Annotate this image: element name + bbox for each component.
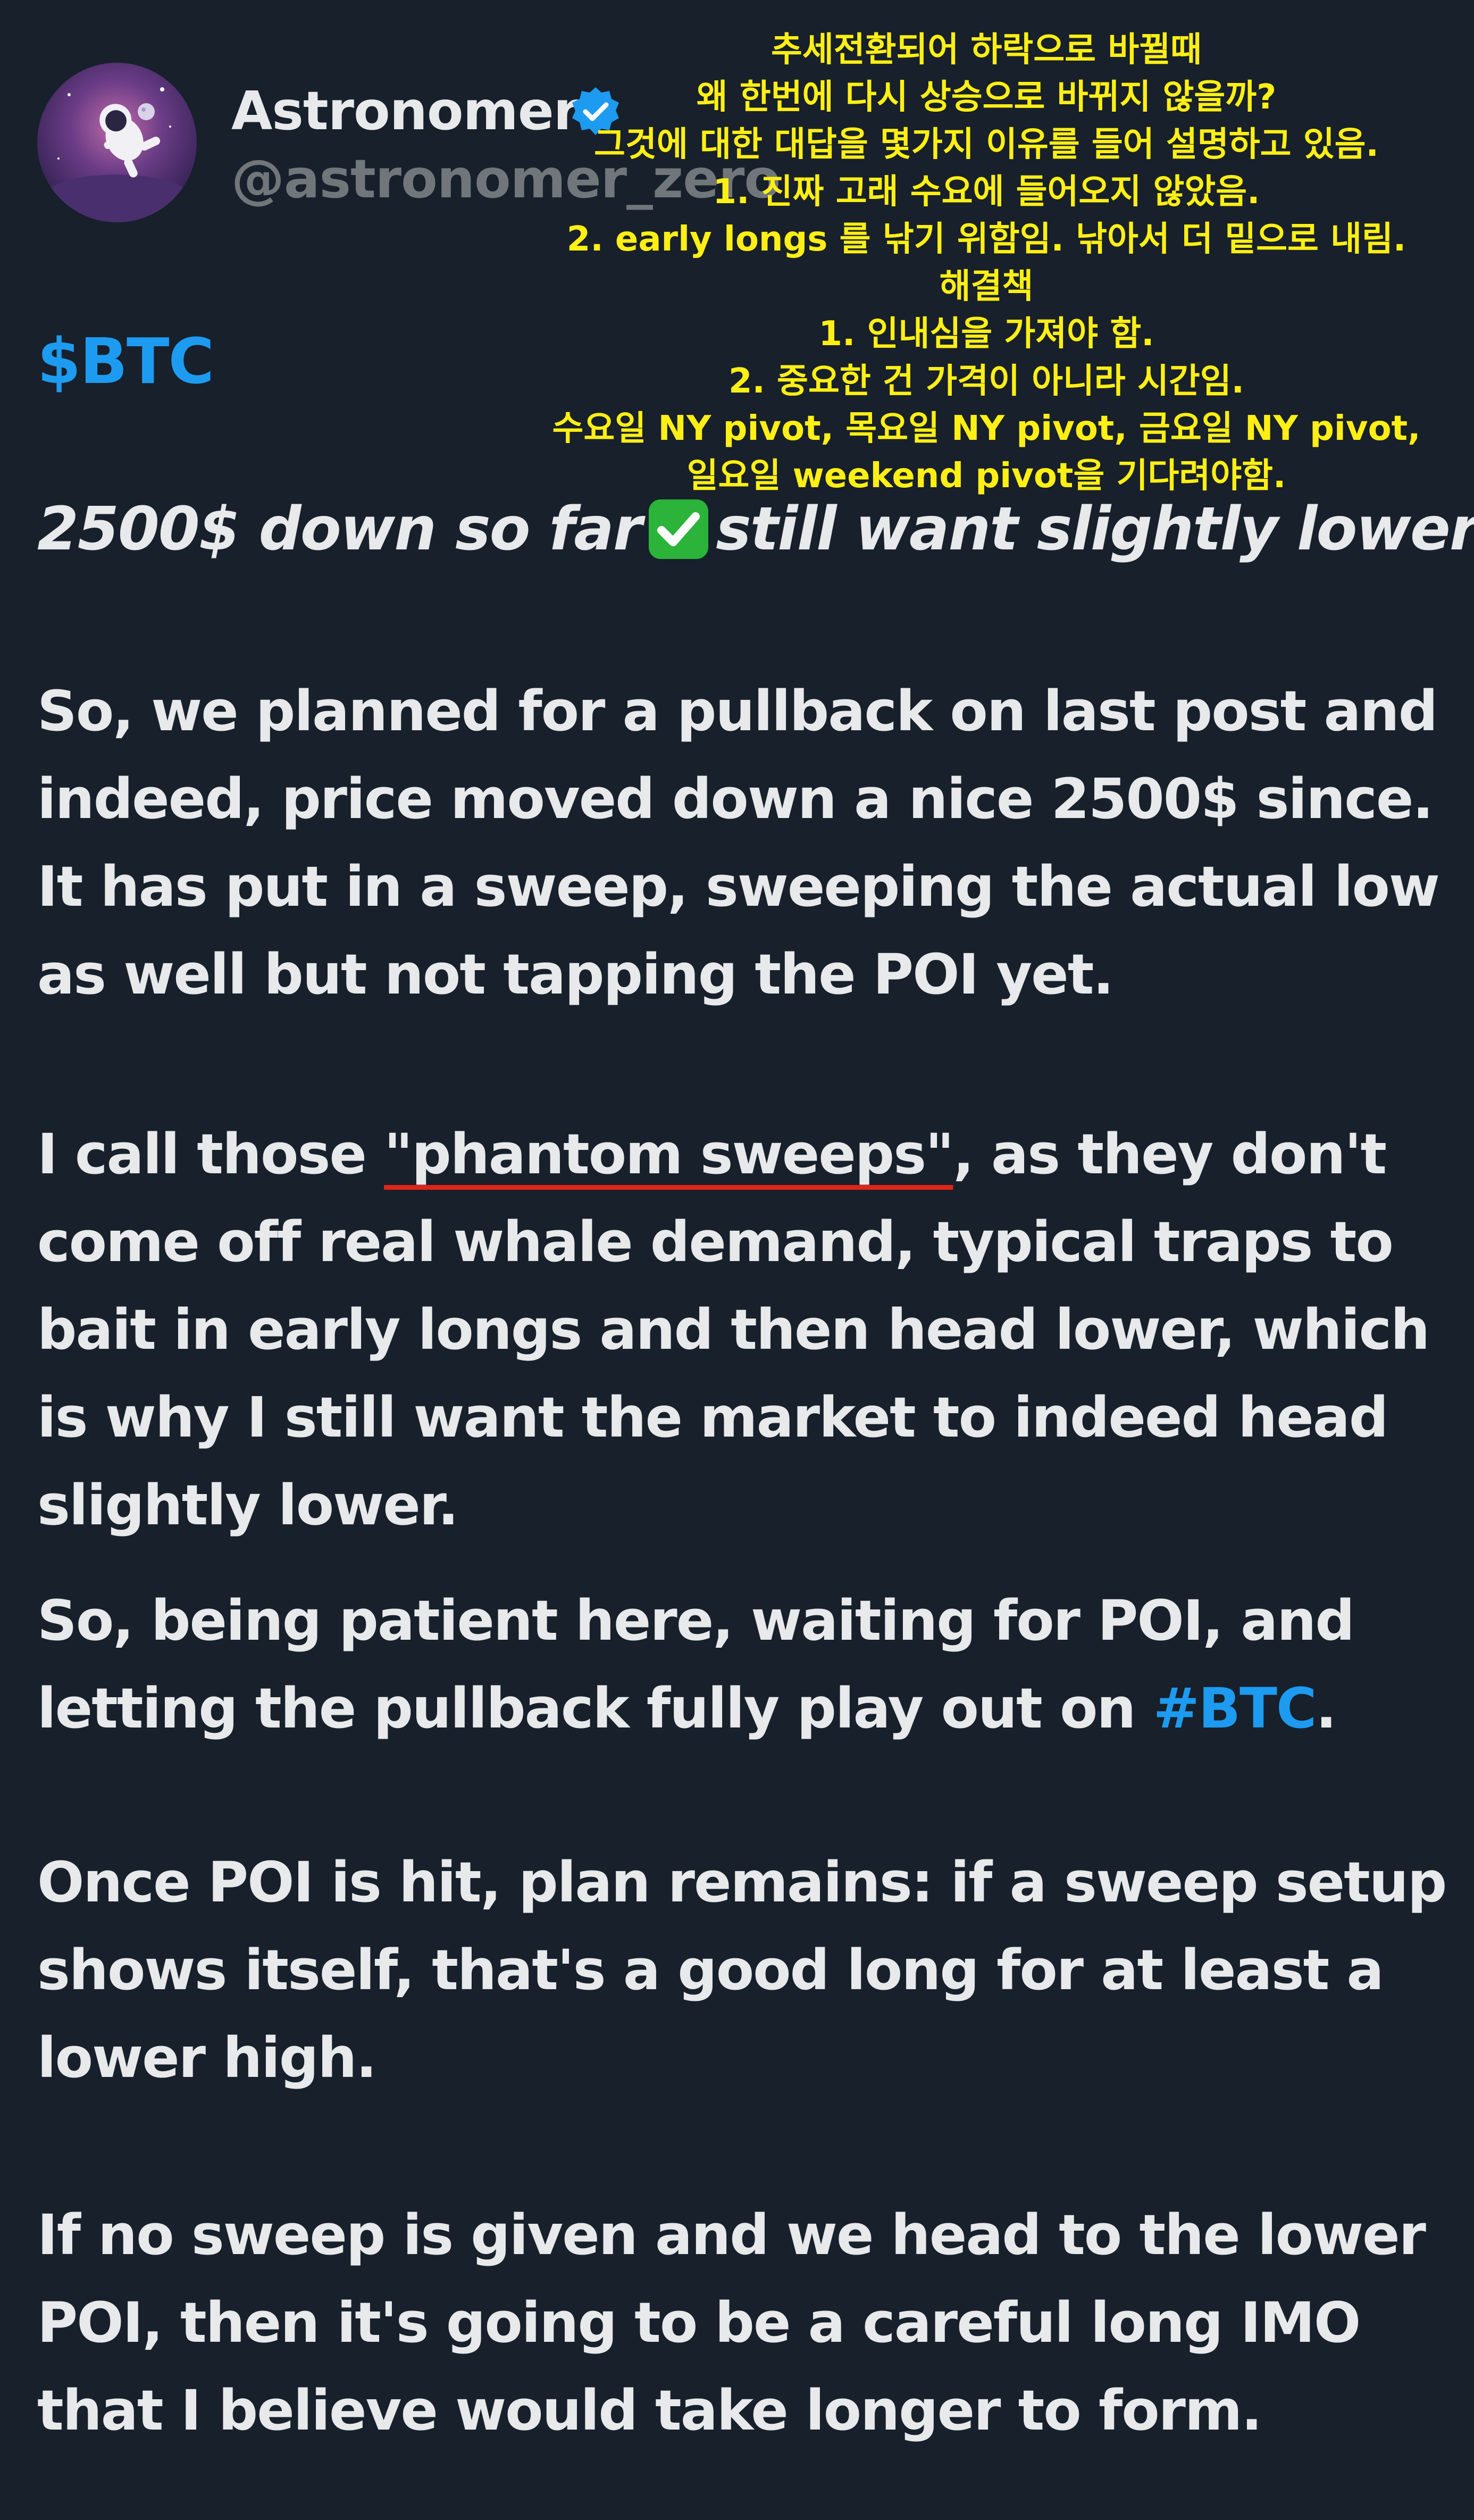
text-line: that I believe would take longer to form… xyxy=(37,2378,1262,2443)
underlined-phrase: "phantom sweeps" xyxy=(384,1122,954,1187)
tweet-paragraph: If no sweep is given and we head to the … xyxy=(37,2191,1452,2455)
text-fragment: , as they don't xyxy=(953,1122,1387,1187)
annotation-line: 추세전환되어 하락으로 바뀔때 xyxy=(770,30,1202,70)
text-line: is why I still want the market to indeed… xyxy=(37,1385,1388,1450)
text-line: bait in early longs and then head lower,… xyxy=(37,1297,1430,1362)
headline-text: still want slightly lower xyxy=(716,495,1474,564)
text-line: So, we planned for a pullback on last po… xyxy=(37,679,1438,744)
headline-text: 2500$ down so far xyxy=(37,495,642,564)
tweet-paragraph: So, being patient here, waiting for POI,… xyxy=(37,1577,1452,1753)
text-line: Once POI is hit, plan remains: if a swee… xyxy=(37,1850,1447,1915)
text-fragment: . xyxy=(1316,1676,1336,1741)
text-line: indeed, price moved down a nice 2500$ si… xyxy=(37,766,1434,831)
annotation-line: 2. early longs 를 낚기 위함임. 낚아서 더 밑으로 내림. xyxy=(566,220,1406,259)
annotation-line: 2. 중요한 건 가격이 아니라 시간임. xyxy=(728,362,1244,401)
text-line: I call those "phantom sweeps", as they d… xyxy=(37,1111,1452,1198)
text-line: So, being patient here, waiting for POI,… xyxy=(37,1588,1355,1653)
check-mark-emoji-icon xyxy=(649,499,709,559)
annotation-line: 그것에 대한 대답을 몇가지 이유를 들어 설명하고 있음. xyxy=(594,125,1379,164)
text-line: POI, then it's going to be a careful lon… xyxy=(37,2290,1361,2355)
annotation-line: 왜 한번에 다시 상승으로 바뀌지 않을까? xyxy=(696,78,1277,117)
cashtag-link[interactable]: $BTC xyxy=(37,324,214,398)
hashtag-link[interactable]: #BTC xyxy=(1153,1676,1317,1741)
annotation-line: 1. 인내심을 가져야 함. xyxy=(818,314,1154,354)
tweet-paragraph: I call those "phantom sweeps", as they d… xyxy=(37,1111,1452,1549)
tweet-headline: 2500$ down so far still want slightly lo… xyxy=(37,495,1474,564)
annotation-line: 1. 진짜 고래 수요에 들어오지 않았음. xyxy=(713,172,1260,212)
text-line: as well but not tapping the POI yet. xyxy=(37,942,1114,1007)
text-line: It has put in a sweep, sweeping the actu… xyxy=(37,854,1440,919)
annotation-line: 일요일 weekend pivot을 기다려야함. xyxy=(686,456,1286,496)
text-line: shows itself, that's a good long for at … xyxy=(37,1938,1384,2002)
annotation-line: 수요일 NY pivot, 목요일 NY pivot, 금요일 NY pivot… xyxy=(552,409,1421,448)
korean-annotation: 추세전환되어 하락으로 바뀔때 왜 한번에 다시 상승으로 바뀌지 않을까? 그… xyxy=(524,27,1449,500)
text-line: slightly lower. xyxy=(37,1473,459,1538)
tweet-paragraph: Once POI is hit, plan remains: if a swee… xyxy=(37,1839,1452,2102)
text-line: If no sweep is given and we head to the … xyxy=(37,2202,1426,2267)
text-line: letting the pullback fully play out on #… xyxy=(37,1665,1452,1753)
text-fragment: letting the pullback fully play out on xyxy=(37,1676,1153,1741)
text-line: lower high. xyxy=(37,2025,377,2090)
tweet-paragraph: So, we planned for a pullback on last po… xyxy=(37,667,1452,1019)
astronaut-avatar-icon xyxy=(37,63,197,222)
text-fragment: I call those xyxy=(37,1122,384,1187)
text-line: come off real whale demand, typical trap… xyxy=(37,1209,1394,1274)
avatar[interactable] xyxy=(37,63,197,222)
tweet-screenshot: Astronomer @astronomer_zero $BTC 추세전환되어 … xyxy=(0,0,1474,2520)
annotation-line: 해결책 xyxy=(939,267,1034,306)
